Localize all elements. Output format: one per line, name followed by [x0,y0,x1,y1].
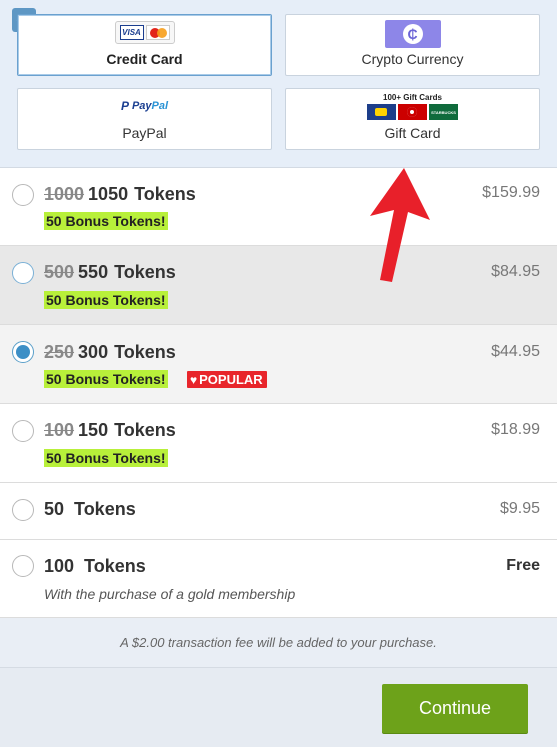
token-option-100-free[interactable]: 100 Tokens With the purchase of a gold me… [0,540,557,618]
gold-membership-note: With the purchase of a gold membership [44,586,296,602]
token-option-300[interactable]: 250 300 Tokens 50 Bonus Tokens! ♥ POPULAR $… [0,325,557,404]
radio-button[interactable] [12,499,34,521]
radio-button-selected[interactable] [12,341,34,363]
bonus-badge: 50 Bonus Tokens! [44,291,168,309]
token-option-1050[interactable]: 1000 1050 Tokens 50 Bonus Tokens! $159.99 [0,168,557,246]
gift-card-image: STARBUCKS [429,104,458,120]
bonus-badge: 50 Bonus Tokens! [44,370,168,388]
token-price: $18.99 [491,421,540,438]
token-option-title: 50 Tokens [44,499,136,519]
radio-button[interactable] [12,262,34,284]
bonus-badge: 50 Bonus Tokens! [44,212,168,230]
token-option-title: 250 300 Tokens [44,342,176,362]
gift-card-image [398,104,427,120]
payment-credit-card-label: Credit Card [106,51,183,67]
payment-crypto-label: Crypto Currency [361,51,464,67]
gift-cards-logo: 100+ Gift Cards STARBUCKS [367,93,458,120]
payment-crypto[interactable]: ₵ Crypto Currency [285,14,540,76]
payment-gift-card[interactable]: 100+ Gift Cards STARBUCKS Gift Card [285,88,540,150]
token-price: $159.99 [482,184,540,201]
token-option-title: 100 150 Tokens [44,420,176,440]
token-option-550[interactable]: 500 550 Tokens 50 Bonus Tokens! $84.95 [0,246,557,325]
payment-paypal-label: PayPal [122,125,167,141]
token-option-50[interactable]: 50 Tokens $9.95 [0,483,557,540]
radio-button[interactable] [12,555,34,577]
token-price: $44.95 [491,343,540,360]
crypto-icon: ₵ [384,20,441,48]
radio-button[interactable] [12,184,34,206]
token-option-title: 100 Tokens [44,556,146,576]
gift-card-image [367,104,396,120]
token-price: $84.95 [491,263,540,280]
bonus-badge: 50 Bonus Tokens! [44,449,168,467]
credit-card-logos: VISA [114,21,175,44]
payment-paypal[interactable]: P PayPal PayPal [17,88,272,150]
token-price: $9.95 [499,500,540,517]
mastercard-logo [145,25,170,40]
visa-logo: VISA [119,25,144,40]
token-price: Free [506,557,540,574]
paypal-logo: P PayPal [120,99,169,113]
heart-icon: ♥ [190,372,198,387]
token-option-title: 500 550 Tokens [44,262,176,282]
payment-gift-card-label: Gift Card [384,125,441,141]
transaction-fee-notice: A $2.00 transaction fee will be added to… [0,618,557,668]
token-option-title: 1000 1050 Tokens [44,184,196,204]
red-annotation-arrow [370,168,430,282]
popular-badge: ♥ POPULAR [187,371,267,388]
continue-button[interactable]: Continue [382,684,528,733]
radio-button[interactable] [12,420,34,442]
payment-methods-panel: VISA Credit Card ₵ Crypto Currency P PayP… [0,0,557,168]
payment-credit-card[interactable]: VISA Credit Card [17,14,272,76]
token-option-150[interactable]: 100 150 Tokens 50 Bonus Tokens! $18.99 [0,404,557,483]
